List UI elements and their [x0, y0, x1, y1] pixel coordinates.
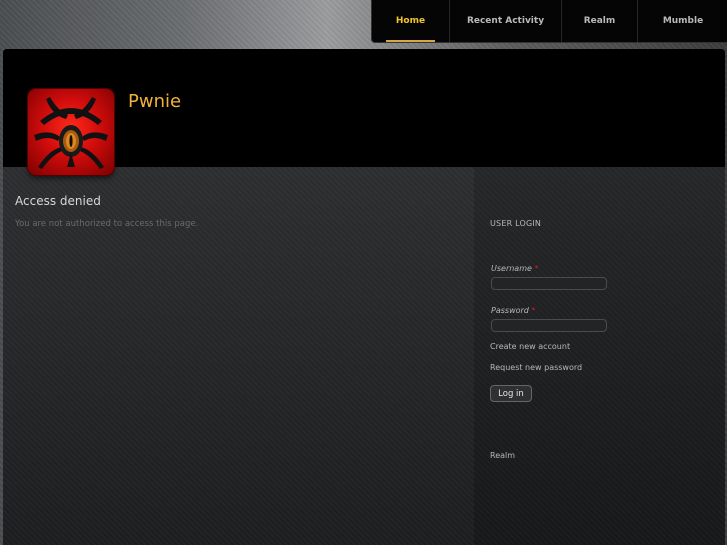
required-marker: *	[534, 264, 539, 273]
nav-home-label: Home	[395, 16, 426, 26]
sidebar: USER LOGIN Username * Password * Create …	[474, 167, 725, 545]
page-title: Access denied	[15, 194, 101, 208]
required-marker: *	[531, 306, 536, 315]
site-name[interactable]: Pwnie	[128, 91, 181, 112]
create-account-link[interactable]: Create new account	[490, 342, 570, 351]
password-label: Password *	[491, 306, 535, 315]
nav-home[interactable]: Home	[372, 0, 450, 42]
sidebar-realm-link[interactable]: Realm	[490, 451, 515, 460]
user-login-title: USER LOGIN	[490, 219, 542, 228]
username-label-text: Username	[491, 264, 532, 273]
username-label: Username *	[491, 264, 538, 273]
login-button[interactable]: Log in	[490, 385, 532, 402]
password-input[interactable]	[491, 319, 607, 332]
request-password-link[interactable]: Request new password	[490, 363, 582, 372]
username-input[interactable]	[491, 277, 607, 290]
main-content: Access denied You are not authorized to …	[3, 167, 474, 545]
nav-realm[interactable]: Realm	[562, 0, 638, 42]
site-logo[interactable]	[28, 89, 114, 175]
spider-emblem-icon	[34, 97, 108, 169]
site-header: Pwnie	[3, 49, 725, 175]
password-label-text: Password	[491, 306, 529, 315]
nav-mumble[interactable]: Mumble	[638, 0, 727, 42]
access-denied-message: You are not authorized to access this pa…	[15, 219, 199, 229]
nav-realm-label: Realm	[583, 16, 616, 26]
nav-recent-activity-label: Recent Activity	[466, 16, 545, 26]
nav-mumble-label: Mumble	[662, 16, 704, 26]
nav-recent-activity[interactable]: Recent Activity	[450, 0, 562, 42]
page-container: Pwnie Access denied You are not authoriz…	[3, 49, 725, 545]
main-nav: Home Recent Activity Realm Mumble	[371, 0, 727, 43]
